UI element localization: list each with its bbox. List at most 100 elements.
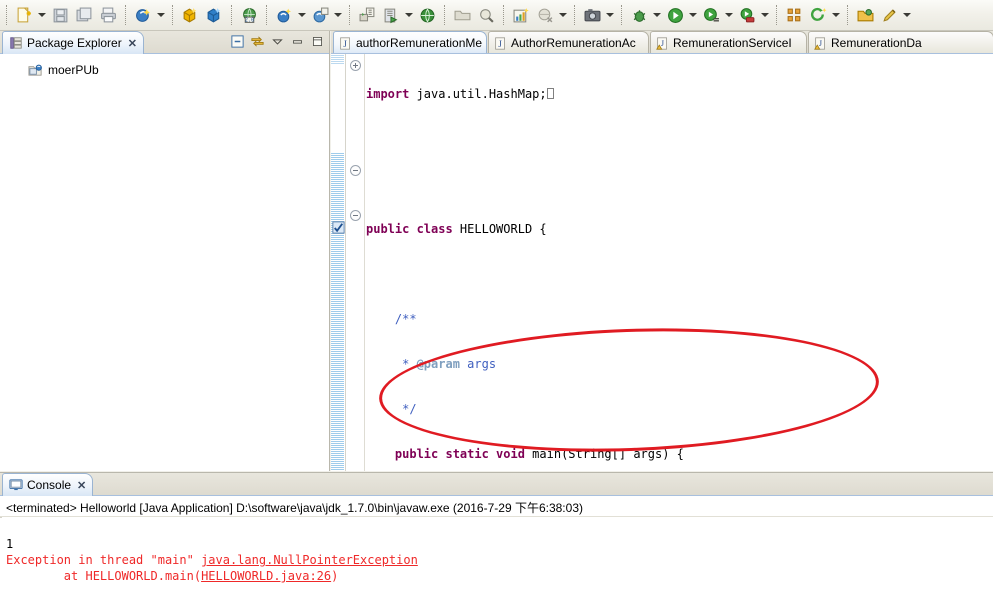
- new-java-project-dropdown[interactable]: [155, 3, 167, 27]
- open-type-button[interactable]: 2.0: [237, 3, 261, 27]
- package-explorer-view: Package Explorer ✕ moerPUb: [0, 31, 330, 471]
- editor-tab-authorRemunerationMe[interactable]: J authorRemunerationMe: [333, 31, 487, 53]
- package-explorer-tree[interactable]: moerPUb: [0, 55, 329, 471]
- export-wizard-button[interactable]: [355, 3, 379, 27]
- run-server-button[interactable]: [379, 3, 403, 27]
- print-button[interactable]: [96, 3, 120, 27]
- toolbar-group-capture: [578, 2, 618, 28]
- run-history-icon[interactable]: [699, 3, 723, 27]
- new-wizard-button[interactable]: [12, 3, 36, 27]
- console-tab-label: Console: [27, 478, 72, 492]
- toolbar-separator: [444, 5, 445, 25]
- debug-bug-icon[interactable]: [627, 3, 651, 27]
- toolbar-group-reports: [507, 2, 571, 28]
- fold-toggle-javadoc[interactable]: [350, 165, 361, 176]
- java-warn-icon: J: [656, 36, 669, 50]
- web-disabled-button[interactable]: [533, 3, 557, 27]
- new-interface-button[interactable]: [308, 3, 332, 27]
- new-report-button[interactable]: [509, 3, 533, 27]
- toolbar-separator: [125, 5, 126, 25]
- svg-text:J: J: [661, 38, 664, 47]
- console-line-exception: Exception in thread "main" java.lang.Nul…: [6, 553, 418, 567]
- debug-dropdown[interactable]: [651, 3, 663, 27]
- new-wizard-dropdown[interactable]: [36, 3, 48, 27]
- editor-tab-RemunerationServiceI[interactable]: J RemunerationServiceI: [650, 31, 807, 53]
- editor-tab-AuthorRemunerationAc[interactable]: J AuthorRemunerationAc: [488, 31, 649, 53]
- quickfix-marker-icon[interactable]: [331, 220, 346, 235]
- screenshot-dropdown[interactable]: [604, 3, 616, 27]
- chevron-down-icon[interactable]: [269, 33, 286, 50]
- code-line: * @param args: [366, 357, 497, 371]
- toolbar-separator: [776, 5, 777, 25]
- close-icon[interactable]: ✕: [128, 37, 137, 50]
- editor-tab-label: RemunerationServiceI: [673, 36, 792, 50]
- run-server-dropdown[interactable]: [403, 3, 415, 27]
- stacktrace-link[interactable]: HELLOWORLD.java:26: [201, 569, 331, 583]
- open-resource-button[interactable]: [450, 3, 474, 27]
- editor-tab-label: authorRemunerationMe: [356, 36, 483, 50]
- tab-package-explorer[interactable]: Package Explorer ✕: [2, 31, 144, 54]
- toolbar-group-open-type: 2.0: [235, 2, 263, 28]
- link-editor-icon[interactable]: [249, 33, 266, 50]
- save-button[interactable]: [48, 3, 72, 27]
- toolbar-group-packages: [176, 2, 228, 28]
- target-refresh-dropdown[interactable]: [830, 3, 842, 27]
- collapse-all-icon[interactable]: [229, 33, 246, 50]
- annotation-ruler[interactable]: [331, 54, 346, 471]
- code-line: import java.util.HashMap;: [366, 87, 993, 102]
- new-annotation-dropdown[interactable]: [296, 3, 308, 27]
- external-tools-icon[interactable]: [735, 3, 759, 27]
- toolbar-group-wizards: [270, 2, 346, 28]
- toolbar-group-file: [10, 2, 122, 28]
- pencil-dropdown[interactable]: [901, 3, 913, 27]
- console-line-stacktrace: at HELLOWORLD.main(HELLOWORLD.java:26): [6, 569, 339, 583]
- screenshot-camera-icon[interactable]: [580, 3, 604, 27]
- editor-tab-RemunerationDa[interactable]: J RemunerationDa: [808, 31, 993, 53]
- svg-text:J: J: [498, 38, 502, 48]
- external-tools-dropdown[interactable]: [759, 3, 771, 27]
- tree-item-project[interactable]: moerPUb: [28, 61, 329, 79]
- console-tabbar: Console ✕: [0, 473, 993, 496]
- run-play-icon[interactable]: [663, 3, 687, 27]
- save-all-button[interactable]: [72, 3, 96, 27]
- console-line-stdout: 1: [6, 537, 14, 551]
- tab-console[interactable]: Console ✕: [2, 473, 94, 496]
- new-package-button[interactable]: [178, 3, 202, 27]
- code-line: public class HELLOWORLD {: [366, 222, 547, 236]
- code-text[interactable]: import java.util.HashMap; public class H…: [366, 54, 993, 471]
- package-explorer-icon: [9, 36, 23, 50]
- web-disabled-dropdown[interactable]: [557, 3, 569, 27]
- change-bar-secondary: [331, 54, 344, 64]
- open-browser-button[interactable]: [415, 3, 439, 27]
- fold-toggle-main[interactable]: [350, 210, 361, 221]
- new-interface-dropdown[interactable]: [332, 3, 344, 27]
- new-annotation-button[interactable]: [272, 3, 296, 27]
- run-history-dropdown[interactable]: [723, 3, 735, 27]
- svg-text:J: J: [819, 38, 822, 47]
- minimize-icon[interactable]: [289, 33, 306, 50]
- toolbar-group-java: [129, 2, 169, 28]
- toolbar-group-run-debug: [625, 2, 773, 28]
- maximize-icon[interactable]: [309, 33, 326, 50]
- fold-toggle-import[interactable]: [350, 60, 361, 71]
- folding-ruler[interactable]: [347, 54, 365, 471]
- exception-link[interactable]: java.lang.NullPointerException: [201, 553, 418, 567]
- close-icon[interactable]: ✕: [77, 479, 86, 492]
- run-dropdown[interactable]: [687, 3, 699, 27]
- stacktrace-suffix: ): [331, 569, 339, 583]
- perspective-folder-icon[interactable]: [853, 3, 877, 27]
- search-icon[interactable]: [474, 3, 498, 27]
- main-toolbar: 2.0: [0, 0, 993, 31]
- target-refresh-icon[interactable]: [806, 3, 830, 27]
- toolbar-separator: [349, 5, 350, 25]
- console-icon: [9, 478, 23, 492]
- plugin-grid-icon[interactable]: [782, 3, 806, 27]
- new-class-button[interactable]: [202, 3, 226, 27]
- new-java-project-button[interactable]: [131, 3, 155, 27]
- package-explorer-tab-label: Package Explorer: [27, 36, 122, 50]
- console-output[interactable]: 1 Exception in thread "main" java.lang.N…: [0, 518, 993, 603]
- pencil-icon[interactable]: [877, 3, 901, 27]
